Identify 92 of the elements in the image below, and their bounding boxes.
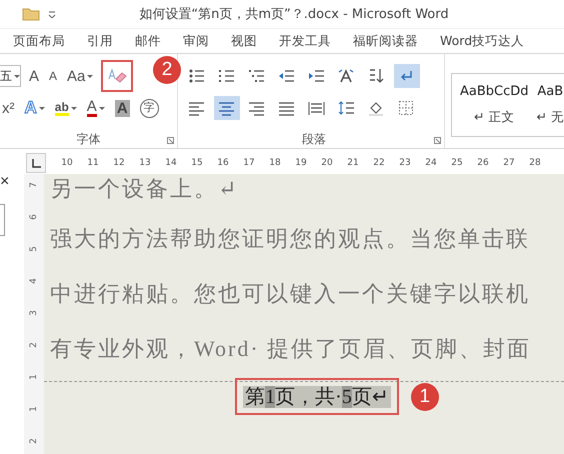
caret-icon bbox=[87, 74, 94, 78]
ruler-number: 5 bbox=[29, 246, 39, 252]
footer-text: 第 bbox=[245, 386, 266, 408]
ruler-number: 12 bbox=[112, 158, 126, 168]
outdent-icon bbox=[278, 68, 296, 84]
enclose-character-button[interactable]: 字 bbox=[138, 96, 161, 120]
ruler-number: 23 bbox=[398, 158, 412, 168]
ruler-number: 13 bbox=[138, 158, 152, 168]
customize-toolbar-icon[interactable] bbox=[48, 10, 56, 18]
highlight-button[interactable]: ab bbox=[52, 96, 79, 120]
shrink-font-button[interactable]: A bbox=[47, 64, 60, 88]
superscript-button[interactable]: x² bbox=[0, 96, 16, 120]
body-text: 另一个设备上。↵ bbox=[50, 175, 240, 198]
ruler-number: 28 bbox=[528, 158, 542, 168]
step-badge: 1 bbox=[410, 382, 439, 410]
footer-text: 页，共· bbox=[275, 386, 342, 408]
borders-icon bbox=[398, 100, 416, 116]
ruler-number: 22 bbox=[372, 158, 386, 168]
fill-icon bbox=[368, 100, 386, 116]
dialog-launcher-icon[interactable] bbox=[434, 137, 442, 144]
ruler-number: 7 bbox=[29, 182, 39, 188]
change-case-button[interactable]: Aa bbox=[65, 64, 96, 88]
step-badge: 2 bbox=[153, 56, 181, 84]
footer-text: 页↵ bbox=[352, 386, 389, 408]
body-text: 有专业外观，Word· 提供了页眉、页脚、封面 bbox=[50, 335, 532, 363]
distribute-icon bbox=[308, 100, 326, 116]
ruler-number: 18 bbox=[268, 158, 282, 168]
align-left-icon bbox=[188, 100, 206, 116]
ruler-number: 2 bbox=[29, 438, 39, 444]
ruler-number: 1 bbox=[29, 374, 39, 380]
style-item[interactable]: AaBbCcDd ↵ 正文 bbox=[460, 84, 529, 126]
caret-icon bbox=[98, 106, 105, 110]
ribbon-tab[interactable]: 引用 bbox=[76, 32, 124, 50]
sort-icon bbox=[368, 68, 386, 84]
tab-stop-icon bbox=[32, 158, 40, 168]
clear-formatting-button[interactable] bbox=[101, 60, 134, 92]
group-label: 字体 bbox=[75, 130, 102, 148]
body-text: 强大的方法帮助您证明您的观点。当您单击联 bbox=[50, 225, 531, 253]
ruler-number: 10 bbox=[60, 158, 74, 168]
ribbon-tab[interactable]: Word技巧达人 bbox=[429, 32, 536, 50]
ribbon-tab[interactable]: 审阅 bbox=[172, 32, 220, 50]
ribbon-tab[interactable]: 福昕阅读器 bbox=[342, 32, 429, 50]
marks-button[interactable] bbox=[394, 64, 420, 88]
align-center-button[interactable] bbox=[214, 96, 240, 120]
justify-icon bbox=[278, 100, 296, 116]
ribbon-tab[interactable]: 邮件 bbox=[124, 32, 172, 50]
ruler-number: 24 bbox=[424, 158, 438, 168]
font-size-field[interactable]: 五 bbox=[0, 65, 21, 87]
ruler-number: 15 bbox=[190, 158, 204, 168]
multilevel-icon bbox=[248, 68, 266, 84]
ruler-number: 20 bbox=[320, 158, 334, 168]
ruler-number: 2 bbox=[29, 342, 39, 348]
asian-layout-icon bbox=[338, 68, 356, 84]
ruler-number: 3 bbox=[29, 310, 39, 316]
align-center-icon bbox=[218, 100, 236, 116]
bullets-icon bbox=[188, 68, 206, 84]
ruler-number: 25 bbox=[450, 158, 464, 168]
numbering-icon bbox=[218, 68, 236, 84]
group-label: 段落 bbox=[300, 130, 327, 148]
dialog-launcher-icon[interactable] bbox=[166, 137, 174, 144]
style-item[interactable]: AaB ↵ 无 bbox=[536, 84, 564, 126]
align-right-icon bbox=[248, 100, 266, 116]
window-title: 如何设置“第n页，共m页”？.docx - Microsoft Word bbox=[138, 6, 450, 23]
page-number-field: 1 bbox=[265, 386, 276, 408]
line-spacing-icon bbox=[338, 100, 356, 116]
caret-icon bbox=[38, 106, 45, 110]
ruler-number: 16 bbox=[216, 158, 230, 168]
ruler-number: 1 bbox=[29, 406, 39, 412]
ribbon-tab[interactable]: 视图 bbox=[220, 32, 268, 50]
pane-edge bbox=[0, 204, 5, 236]
grow-font-button[interactable]: A bbox=[27, 64, 42, 88]
ruler-number: 4 bbox=[29, 278, 39, 284]
font-color-button[interactable]: A bbox=[84, 96, 107, 120]
ruler-number: 27 bbox=[502, 158, 516, 168]
ruler-number: 26 bbox=[476, 158, 490, 168]
indent-icon bbox=[308, 68, 326, 84]
body-text: 中进行粘贴。您也可以键入一个关键字以联机 bbox=[50, 280, 531, 308]
eraser-icon bbox=[107, 67, 128, 85]
ruler-number: 17 bbox=[242, 158, 256, 168]
close-button[interactable]: × bbox=[0, 174, 10, 190]
tab-selector-button[interactable] bbox=[26, 153, 46, 173]
text-effect-button[interactable]: A bbox=[22, 96, 47, 120]
ribbon-tab[interactable]: 页面布局 bbox=[2, 32, 76, 50]
ruler-number: 6 bbox=[29, 214, 39, 220]
ribbon-tab[interactable]: 开发工具 bbox=[268, 32, 342, 50]
ruler-number: 19 bbox=[294, 158, 308, 168]
ruler-number: 21 bbox=[346, 158, 360, 168]
caret-icon bbox=[70, 106, 77, 110]
ruler-number: 11 bbox=[86, 158, 100, 168]
page-number-field: 5 bbox=[342, 386, 352, 408]
ruler-number: 14 bbox=[164, 158, 178, 168]
caret-icon bbox=[14, 74, 20, 78]
